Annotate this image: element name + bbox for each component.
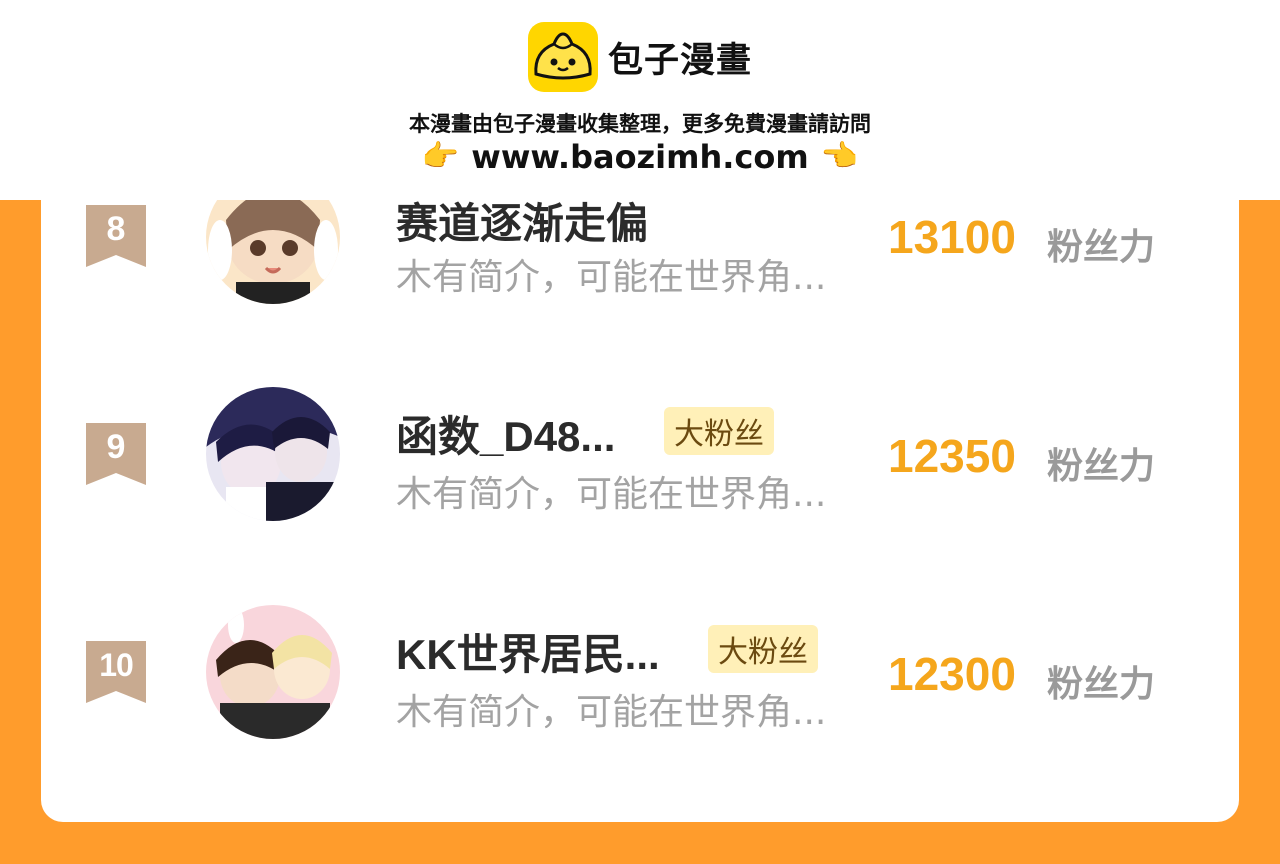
fan-power-score: 13100 (888, 211, 1016, 263)
rank-number: 8 (106, 210, 126, 248)
user-name[interactable]: KK世界居民... (396, 621, 660, 682)
avatar[interactable] (206, 605, 340, 739)
ranking-row-9[interactable]: 9 函数_D48... 大粉丝 木有简介，可能在世界角... 12350 粉丝力 (0, 387, 1280, 547)
logo[interactable]: 包子漫畫 (0, 22, 1280, 92)
site-url[interactable]: www.baozimh.com (471, 138, 808, 176)
fan-power-label: 粉丝力 (1047, 227, 1156, 268)
site-watermark-header: 包子漫畫 本漫畫由包子漫畫收集整理，更多免費漫畫請訪問 👉 www.baozim… (0, 0, 1280, 200)
rank-ribbon-icon: 9 (86, 423, 146, 485)
pointing-right-hand-icon: 👉 (421, 139, 460, 174)
ranking-row-8[interactable]: 8 赛道逐渐走偏 木有简介，可能在世界角... 13100 粉丝力 (0, 170, 1280, 350)
bun-logo-icon (527, 22, 598, 92)
rank-number: 9 (106, 428, 126, 466)
site-url-row[interactable]: 👉 www.baozimh.com 👈 (0, 138, 1280, 176)
user-name[interactable]: 函数_D48... (396, 403, 615, 464)
user-description: 木有简介，可能在世界角... (396, 474, 827, 515)
fan-power-score: 12300 (888, 648, 1016, 700)
site-notice: 本漫畫由包子漫畫收集整理，更多免費漫畫請訪問 (409, 112, 871, 136)
logo-text: 包子漫畫 (607, 40, 752, 81)
fan-power-score: 12350 (888, 430, 1016, 482)
fan-power-label: 粉丝力 (1047, 446, 1156, 487)
rank-ribbon-icon: 10 (86, 641, 146, 703)
pointing-left-hand-icon: 👈 (820, 139, 859, 174)
rank-ribbon-icon: 8 (86, 205, 146, 267)
rank-number: 10 (99, 647, 134, 683)
user-description: 木有简介，可能在世界角... (396, 257, 827, 298)
ranking-row-10[interactable]: 10 KK世界居民... 大粉丝 木有简介，可能在世界角... 12300 粉丝… (0, 605, 1280, 765)
big-fan-badge: 大粉丝 (708, 625, 818, 673)
avatar[interactable] (206, 387, 340, 521)
fan-power-label: 粉丝力 (1047, 664, 1156, 705)
user-description: 木有简介，可能在世界角... (396, 692, 827, 733)
big-fan-badge: 大粉丝 (664, 407, 774, 455)
